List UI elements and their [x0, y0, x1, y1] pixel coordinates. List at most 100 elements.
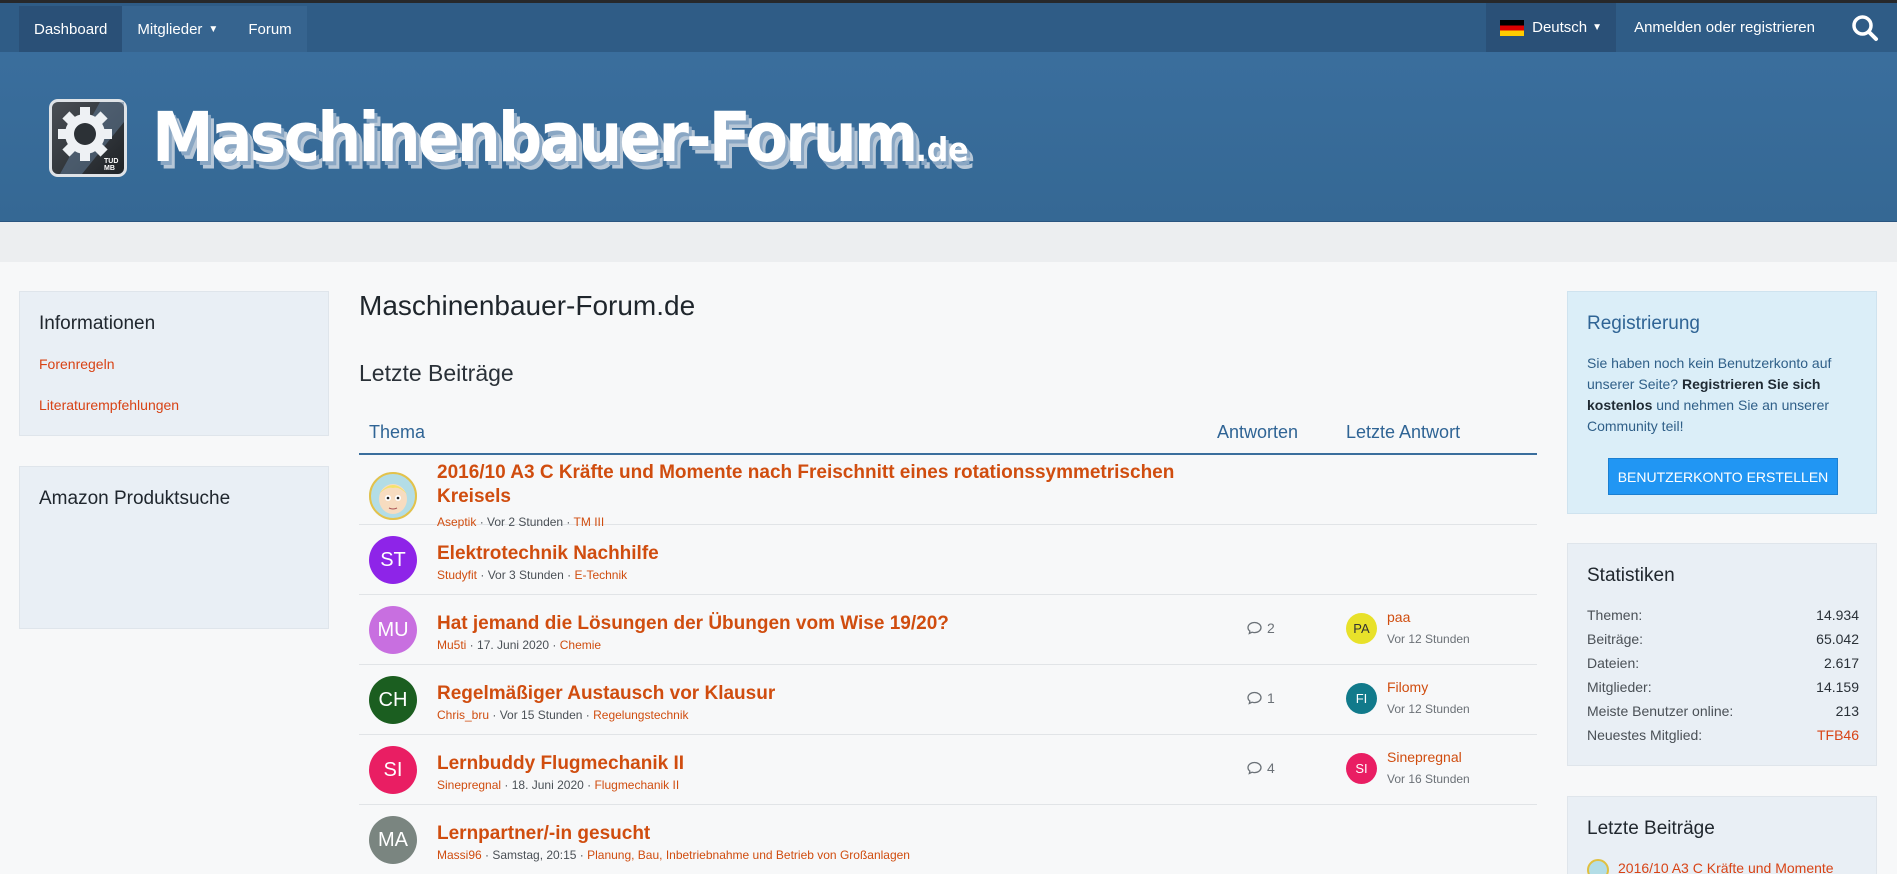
thread-time: 18. Juni 2020 — [511, 778, 584, 792]
amazon-title: Amazon Produktsuche — [39, 488, 231, 509]
search-button[interactable] — [1833, 3, 1897, 52]
meta-separator: · — [466, 638, 478, 652]
latest-block: Letzte Beiträge 2016/10 A3 C Kräfte und … — [1567, 796, 1877, 874]
chevron-down-icon: ▼ — [208, 23, 219, 35]
thread-time: Vor 15 Stunden — [499, 708, 583, 722]
thread-author[interactable]: Chris_bru — [437, 708, 489, 722]
thread-time: 17. Juni 2020 — [477, 638, 550, 652]
chevron-down-icon: ▼ — [1592, 22, 1603, 33]
amazon-block: Amazon Produktsuche — [19, 466, 329, 629]
avatar[interactable]: CH — [369, 676, 417, 724]
thread-title[interactable]: Regelmäßiger Austausch vor Klausur — [437, 682, 1197, 706]
stat-value: 213 — [1835, 703, 1859, 719]
thread-title[interactable]: Lernbuddy Flugmechanik II — [437, 752, 1197, 776]
thread-forum[interactable]: Planung, Bau, Inbetriebnahme und Betrieb… — [587, 848, 910, 862]
meta-separator: · — [582, 708, 594, 722]
table-header: Thema Antworten Letzte Antwort — [359, 410, 1537, 455]
logo-badge: TUD MB — [104, 158, 119, 172]
login-link[interactable]: Anmelden oder registrieren — [1616, 3, 1833, 52]
stat-value[interactable]: TFB46 — [1817, 727, 1859, 743]
meta-separator: · — [576, 848, 588, 862]
comment-icon — [1247, 761, 1262, 775]
avatar[interactable]: SI — [1346, 753, 1377, 784]
logo-emblem[interactable]: TUD MB — [49, 99, 127, 177]
avatar-initials: MA — [378, 828, 408, 851]
language-selector[interactable]: Deutsch ▼ — [1486, 3, 1617, 52]
thread-author[interactable]: Sinepregnal — [437, 778, 501, 792]
reply-count: 1 — [1247, 690, 1275, 706]
thread-title[interactable]: Lernpartner/-in gesucht — [437, 822, 1197, 846]
table-row: MU Hat jemand die Lösungen der Übungen vo… — [359, 595, 1537, 665]
create-account-button[interactable]: BENUTZERKONTO ERSTELLEN — [1608, 458, 1838, 495]
stat-row: Beiträge: 65.042 — [1587, 631, 1859, 647]
logo-name: Maschinenbauer-Forum — [152, 97, 918, 178]
last-reply-time: Vor 12 Stunden — [1387, 702, 1470, 716]
thread-forum[interactable]: Regelungstechnik — [593, 708, 688, 722]
reply-count-value: 4 — [1267, 760, 1275, 776]
thread-title[interactable]: Hat jemand die Lösungen der Übungen vom … — [437, 612, 1197, 636]
last-reply-user[interactable]: Sinepregnal — [1387, 749, 1462, 765]
login-label: Anmelden oder registrieren — [1634, 19, 1815, 36]
stats-block: Statistiken Themen: 14.934 Beiträge: 65.042… — [1567, 543, 1877, 766]
comment-icon — [1247, 691, 1262, 705]
meta-separator: · — [583, 778, 595, 792]
page-title: Maschinenbauer-Forum.de — [359, 290, 696, 321]
register-block: Registrierung Sie haben noch kein Benutz… — [1567, 291, 1877, 514]
thread-forum[interactable]: E-Technik — [574, 568, 627, 582]
thread-author[interactable]: Studyfit — [437, 568, 477, 582]
link-forenregeln[interactable]: Forenregeln — [39, 356, 115, 372]
site-logo[interactable]: Maschinenbauer-Forum.de — [152, 97, 969, 177]
nav-mitglieder[interactable]: Mitglieder ▼ — [122, 6, 234, 52]
avatar-initials: PA — [1353, 621, 1370, 636]
register-title: Registrierung — [1587, 313, 1700, 334]
col-last-reply[interactable]: Letzte Antwort — [1346, 422, 1460, 443]
last-reply-user[interactable]: paa — [1387, 609, 1410, 625]
nav-forum[interactable]: Forum — [233, 6, 307, 52]
col-topic[interactable]: Thema — [369, 422, 425, 443]
stat-row: Themen: 14.934 — [1587, 607, 1859, 623]
col-replies[interactable]: Antworten — [1217, 422, 1298, 443]
meta-separator: · — [481, 848, 493, 862]
avatar[interactable]: PA — [1346, 613, 1377, 644]
table-row: ST Elektrotechnik Nachhilfe Studyfit · Vor… — [359, 525, 1537, 595]
stat-value: 65.042 — [1816, 631, 1859, 647]
link-literaturempfehlungen[interactable]: Literaturempfehlungen — [39, 397, 179, 413]
thread-forum[interactable]: Chemie — [560, 638, 601, 652]
thread-author[interactable]: Massi96 — [437, 848, 482, 862]
latest-title: Letzte Beiträge — [1587, 818, 1715, 839]
stat-label: Meiste Benutzer online: — [1587, 703, 1734, 719]
last-reply-time: Vor 12 Stunden — [1387, 632, 1470, 646]
meta-separator: · — [489, 708, 500, 722]
stats-title: Statistiken — [1587, 565, 1675, 586]
avatar[interactable]: MU — [369, 606, 417, 654]
reply-count-value: 2 — [1267, 620, 1275, 636]
avatar[interactable]: FI — [1346, 683, 1377, 714]
thread-author[interactable]: Mu5ti — [437, 638, 466, 652]
section-title: Letzte Beiträge — [359, 360, 514, 386]
thread-title[interactable]: Elektrotechnik Nachhilfe — [437, 542, 1197, 566]
avatar[interactable]: ST — [369, 536, 417, 584]
stat-value: 2.617 — [1823, 655, 1859, 671]
language-label: Deutsch — [1532, 19, 1588, 36]
thread-forum[interactable]: Flugmechanik II — [594, 778, 679, 792]
meta-separator: · — [501, 778, 512, 792]
avatar[interactable]: MA — [369, 816, 417, 864]
nav-dashboard[interactable]: Dashboard — [19, 6, 123, 52]
last-reply-user[interactable]: Filomy — [1387, 679, 1428, 695]
stat-row: Dateien: 2.617 — [1587, 655, 1859, 671]
avatar[interactable] — [369, 472, 417, 520]
reply-count: 2 — [1247, 620, 1275, 636]
avatar[interactable]: SI — [369, 746, 417, 794]
stat-label: Beiträge: — [1587, 631, 1644, 647]
user-menu: Deutsch ▼ Anmelden oder registrieren — [1486, 3, 1897, 52]
stat-value: 14.934 — [1816, 607, 1859, 623]
table-row: CH Regelmäßiger Austausch vor Klausur Chri… — [359, 665, 1537, 735]
thread-time: Samstag, 20:15 — [492, 848, 577, 862]
thread-title[interactable]: 2016/10 A3 C Kräfte und Momente nach Fre… — [437, 461, 1197, 509]
avatar — [1587, 859, 1609, 874]
thread-time: Vor 3 Stunden — [487, 568, 564, 582]
latest-item-link[interactable]: 2016/10 A3 C Kräfte und Momente — [1618, 860, 1834, 874]
avatar-initials: SI — [1355, 761, 1368, 776]
stat-label: Mitglieder: — [1587, 679, 1652, 695]
avatar-initials: MU — [377, 618, 409, 641]
